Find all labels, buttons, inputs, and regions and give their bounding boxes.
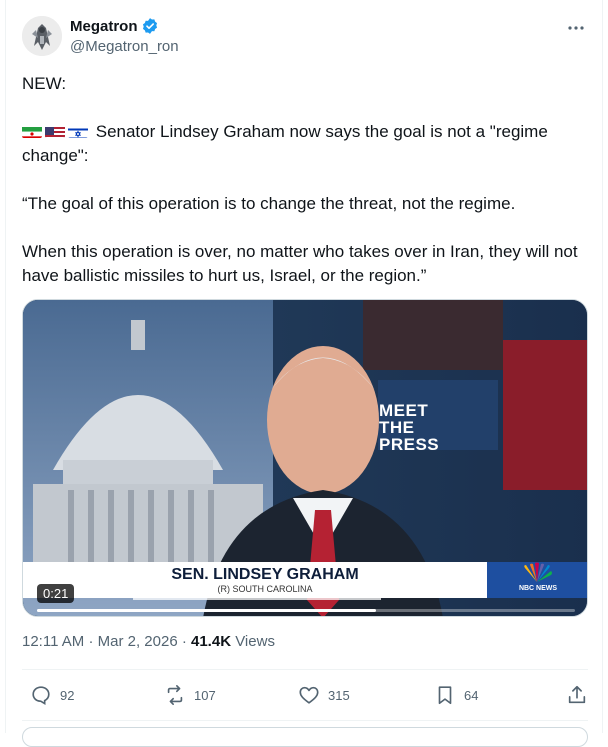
- post-line-senator: Senator Lindsey Graham now says the goal…: [22, 120, 588, 168]
- lower-third-subtitle: (R) SOUTH CAROLINA: [217, 584, 313, 594]
- post-line-new: NEW:: [22, 74, 67, 93]
- author-handle[interactable]: @Megatron_ron: [70, 38, 179, 55]
- post-line-senator-text: Senator Lindsey Graham now says the goal…: [22, 122, 548, 165]
- israel-flag-icon: [68, 124, 88, 138]
- views-label: Views: [235, 633, 275, 650]
- reply-input-box[interactable]: [22, 727, 588, 747]
- post-date[interactable]: Mar 2, 2026: [98, 633, 178, 650]
- video-progress-fill[interactable]: [37, 609, 376, 612]
- post-header: Megatron @Megatron_ron: [22, 16, 588, 60]
- post-quote-2: When this operation is over, no matter w…: [22, 242, 578, 285]
- reply-button[interactable]: 92: [30, 684, 74, 706]
- network-label: NBC NEWS: [518, 585, 558, 592]
- repost-button[interactable]: 107: [164, 684, 216, 706]
- bookmark-icon: [438, 686, 452, 705]
- views-count: 41.4K: [191, 633, 232, 650]
- share-icon: [568, 685, 586, 704]
- bookmark-count: 64: [464, 687, 479, 703]
- post-card: Megatron @Megatron_ron NEW: Senator Lind…: [5, 0, 603, 747]
- verified-badge-icon: [142, 18, 157, 34]
- post-time[interactable]: 12:11 AM: [22, 633, 84, 650]
- repost-icon: [167, 685, 183, 705]
- lower-third-name: SEN. LINDSEY GRAHAM: [171, 566, 359, 583]
- like-button[interactable]: 315: [298, 684, 350, 706]
- like-count: 315: [328, 687, 350, 703]
- more-options-icon[interactable]: [564, 18, 588, 38]
- action-bar: 92 107 315 64: [22, 669, 588, 721]
- post-meta: 12:11 AM · Mar 2, 2026 · 41.4K Views: [22, 633, 275, 650]
- reply-icon: [32, 686, 50, 705]
- video-player[interactable]: SEN. LINDSEY GRAHAM (R) SOUTH CAROLINA M…: [22, 299, 588, 617]
- post-quote-1: “The goal of this operation is to change…: [22, 194, 516, 213]
- reply-count: 92: [60, 687, 75, 703]
- repost-count: 107: [194, 687, 216, 703]
- show-logo: MEET THE PRESS: [379, 401, 440, 454]
- author-name[interactable]: Megatron: [70, 18, 138, 35]
- avatar[interactable]: [22, 16, 62, 56]
- post-text: NEW: Senator Lindsey Graham now says the…: [22, 72, 588, 288]
- nbc-peacock-icon: [517, 562, 557, 584]
- share-button[interactable]: [566, 684, 588, 706]
- iran-flag-icon: [22, 124, 42, 138]
- bookmark-button[interactable]: 64: [434, 684, 478, 706]
- video-duration: 0:21: [37, 584, 75, 603]
- heart-icon: [299, 686, 319, 704]
- us-flag-icon: [45, 124, 65, 138]
